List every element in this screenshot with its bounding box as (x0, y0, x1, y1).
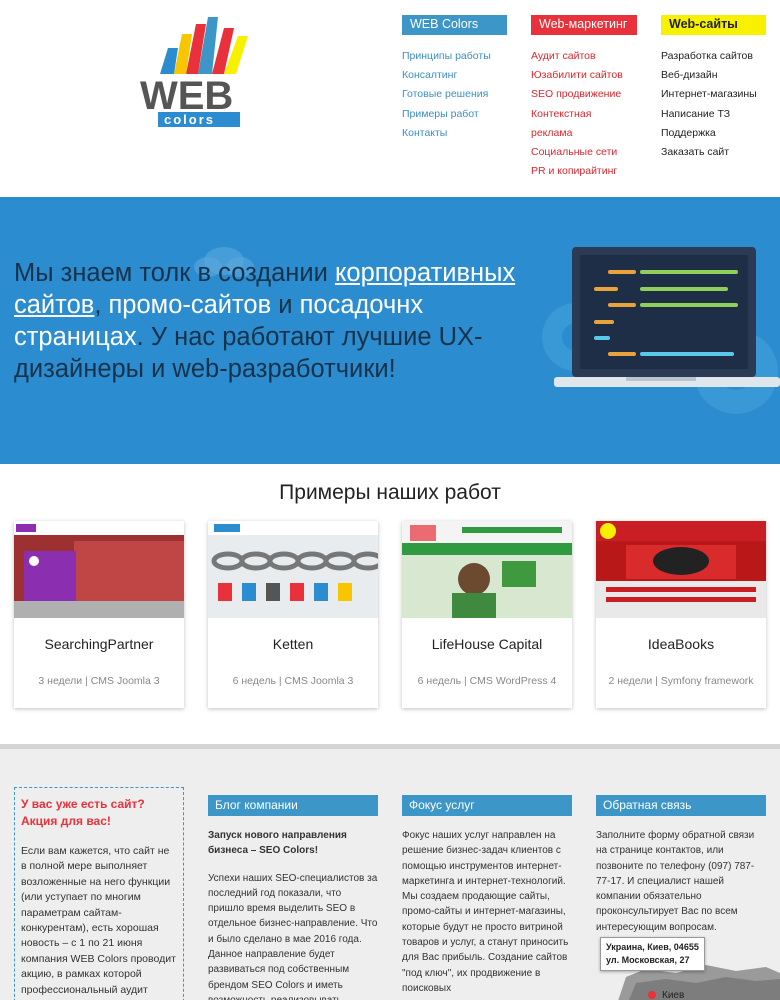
map-address-line: Украина, Киев, 04655 (606, 942, 699, 952)
menu-web-colors: WEB Colors Принципы работы Консалтинг Го… (402, 15, 512, 143)
portfolio-section: Примеры наших работ SearchingPartner 3 н… (0, 464, 780, 744)
map-address-label: Украина, Киев, 04655 ул. Московская, 27 (600, 937, 705, 971)
blog-title[interactable]: Блог компании (208, 795, 378, 816)
promo-title: У вас уже есть сайт? Акция для вас! (21, 797, 145, 828)
menu-link[interactable]: Заказать сайт (661, 143, 771, 162)
hero-text-part: , (94, 291, 109, 319)
menu-link[interactable]: SEO продвижение (531, 85, 641, 104)
portfolio-meta: 6 недель | CMS WordPress 4 (417, 675, 557, 687)
svg-text:colors: colors (164, 112, 215, 127)
portfolio-card[interactable]: IdeaBooks 2 недели | Symfony framework (596, 521, 766, 708)
menu-link[interactable]: Разработка сайтов (661, 47, 771, 66)
menu-web-marketing: Web-маркетинг Аудит сайтов Юзабилити сай… (531, 15, 641, 181)
laptop-code-illustration (542, 247, 780, 414)
feedback-column: Обратная связь Заполните форму обратной … (596, 795, 772, 935)
blog-body: Успехи наших SEO-специалистов за последн… (208, 872, 378, 1000)
portfolio-title: Примеры наших работ (279, 481, 501, 504)
location-map[interactable]: Украина, Киев, 04655 ул. Московская, 27 … (596, 917, 780, 1000)
menu-link[interactable]: Готовые решения (402, 85, 512, 104)
map-city-label: Киев (662, 990, 685, 1000)
menu-title-web-marketing[interactable]: Web-маркетинг (531, 15, 637, 35)
portfolio-card[interactable]: LifeHouse Capital 6 недель | CMS WordPre… (402, 521, 572, 708)
footer-info-section: У вас уже есть сайт? Акция для вас! Если… (0, 744, 780, 1000)
menu-web-sites: Web-сайты Разработка сайтов Веб-дизайн И… (661, 15, 771, 162)
menu-link[interactable]: Веб-дизайн (661, 66, 771, 85)
menu-link[interactable]: Примеры работ (402, 105, 512, 124)
portfolio-thumbnail[interactable] (14, 521, 184, 618)
menu-title-web-colors[interactable]: WEB Colors (402, 15, 507, 35)
menu-link[interactable]: Интернет-магазины (661, 85, 771, 104)
focus-title[interactable]: Фокус услуг (402, 795, 572, 816)
promo-text: Если вам кажется, что сайт не в полной м… (21, 845, 176, 1000)
portfolio-name[interactable]: LifeHouse Capital (402, 636, 572, 652)
portfolio-meta: 2 недели | Symfony framework (608, 675, 754, 687)
blog-headline[interactable]: Запуск нового направления бизнеса – SEO … (208, 828, 378, 859)
portfolio-thumbnail[interactable] (208, 521, 378, 618)
menu-link[interactable]: PR и копирайтинг (531, 162, 641, 181)
menu-title-web-sites[interactable]: Web-сайты (661, 15, 766, 35)
map-pin-icon (648, 991, 656, 999)
feedback-title[interactable]: Обратная связь (596, 795, 766, 816)
menu-link[interactable]: реклама (531, 124, 641, 143)
blog-text: Запуск нового направления бизнеса – SEO … (208, 828, 384, 1000)
header: WEB colors WEB Colors Принципы работы Ко… (0, 0, 780, 197)
menu-link[interactable]: Контекстная (531, 105, 641, 124)
portfolio-name[interactable]: IdeaBooks (596, 636, 766, 652)
portfolio-meta: 3 недели | CMS Joomla 3 (38, 675, 160, 687)
portfolio-card[interactable]: Ketten 6 недель | CMS Joomla 3 (208, 521, 378, 708)
web-colors-logo[interactable]: WEB colors (138, 14, 256, 130)
portfolio-meta: 6 недель | CMS Joomla 3 (232, 675, 354, 687)
menu-link[interactable]: Контакты (402, 124, 512, 143)
menu-link[interactable]: Принципы работы (402, 47, 512, 66)
portfolio-thumbnail[interactable] (596, 521, 766, 618)
promo-sites-link[interactable]: промо-сайтов (108, 291, 271, 319)
blog-column: Блог компании Запуск нового направления … (208, 795, 384, 1000)
menu-link[interactable]: Социальные сети (531, 143, 641, 162)
menu-link[interactable]: Поддержка (661, 124, 771, 143)
hero-banner: Мы знаем толк в создании корпоративных с… (0, 197, 780, 464)
menu-link[interactable]: Консалтинг (402, 66, 512, 85)
promo-box: У вас уже есть сайт? Акция для вас! Если… (14, 787, 184, 1000)
map-address-line: ул. Московская, 27 (606, 955, 690, 965)
portfolio-card[interactable]: SearchingPartner 3 недели | CMS Joomla 3 (14, 521, 184, 708)
focus-text: Фокус наших услуг направлен на решение б… (402, 830, 569, 994)
hero-text-part: и (271, 291, 300, 319)
menu-link[interactable]: Юзабилити сайтов (531, 66, 641, 85)
hero-text: Мы знаем толк в создании корпоративных с… (14, 257, 534, 385)
hero-text-part: Мы знаем толк в создании (14, 259, 335, 287)
menu-link[interactable]: Написание ТЗ (661, 105, 771, 124)
menu-link[interactable]: Аудит сайтов (531, 47, 641, 66)
portfolio-thumbnail[interactable] (402, 521, 572, 618)
portfolio-name[interactable]: Ketten (208, 636, 378, 652)
focus-column: Фокус услуг Фокус наших услуг направлен … (402, 795, 578, 996)
portfolio-name[interactable]: SearchingPartner (14, 636, 184, 652)
